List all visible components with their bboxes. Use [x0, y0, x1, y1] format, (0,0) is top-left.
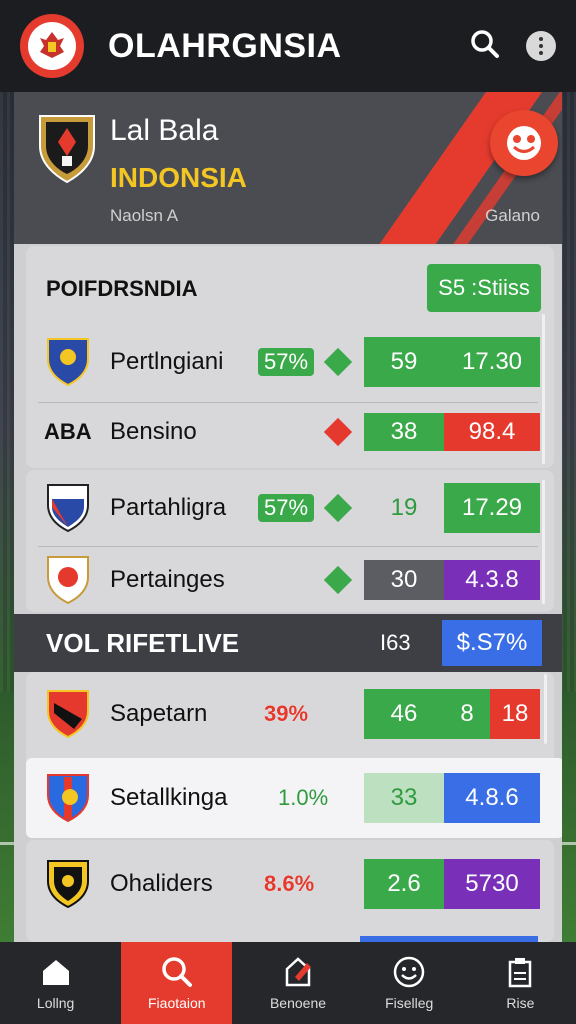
trend-down-icon	[323, 417, 353, 447]
odds-value[interactable]: 4.8.6	[444, 773, 540, 823]
hero-subtitle: Naolsn A	[110, 206, 179, 225]
bottom-nav: Lollng Fiaotaion Benoene Fiselleg Rise	[0, 942, 576, 1024]
search-icon	[162, 957, 192, 987]
team-shield-icon	[47, 484, 89, 533]
odds-value[interactable]: 33	[364, 773, 444, 823]
odds-value[interactable]: 8	[444, 689, 490, 739]
odds-value[interactable]: 98.4	[444, 413, 540, 451]
hero-country: INDONSIA	[110, 162, 247, 193]
smile-icon	[393, 956, 425, 988]
team-name: Pertainges	[110, 566, 225, 593]
team-name: Sapetarn	[110, 700, 208, 727]
match-row-selected[interactable]: Setallkinga 1.0% 33 4.8.6	[26, 760, 554, 836]
team-shield-icon	[47, 556, 89, 605]
edit-icon	[285, 957, 311, 987]
live-section-header[interactable]: VOL RIFETLIVE I63 $.S7%	[14, 614, 562, 672]
team-shield-icon	[47, 338, 89, 387]
odds-value[interactable]: 38	[364, 413, 444, 451]
live-count: I63	[380, 630, 411, 655]
odds-value[interactable]: 17.29	[444, 483, 540, 533]
hero-subtitle-right: Galano	[485, 206, 540, 225]
trend-up-icon	[323, 493, 353, 523]
odds-panel: POIFDRSNDIA S5 :Stiiss Pertlngiani 57% 5…	[14, 244, 562, 942]
match-row[interactable]: Partahligra 57% 19 17.29	[26, 470, 554, 546]
percent-badge: 57%	[258, 348, 315, 376]
status-badge[interactable]: S5 :Stiiss	[427, 264, 541, 312]
nav-item-search[interactable]: Fiaotaion	[121, 942, 233, 1024]
search-icon[interactable]	[470, 29, 500, 64]
app-logo[interactable]	[20, 14, 84, 78]
team-name: Bensino	[110, 418, 197, 445]
nav-item-rise[interactable]: Rise	[465, 942, 576, 1024]
nav-label: Fiaotaion	[148, 995, 206, 1011]
clipboard-icon	[509, 958, 532, 988]
scrollbar[interactable]	[542, 314, 545, 464]
match-row[interactable]: Pertlngiani 57% 59 17.30	[26, 324, 554, 400]
hero-banner: Lal Bala INDONSIA Naolsn A Galano	[14, 92, 562, 244]
section-title: POIFDRSNDIA	[46, 276, 198, 301]
team-name: Setallkinga	[110, 784, 228, 811]
odds-value[interactable]: 17.30	[444, 337, 540, 387]
match-row[interactable]: Sapetarn 39% 46 8 18	[26, 676, 554, 752]
team-name: Partahligra	[110, 494, 227, 521]
scrollbar[interactable]	[544, 674, 547, 744]
nav-item-edit[interactable]: Benoene	[242, 942, 353, 1024]
odds-value[interactable]: 46	[364, 689, 444, 739]
app-header: OLAHRGNSIA	[0, 0, 576, 92]
match-row[interactable]: Pertainges 30 4.3.8	[26, 542, 554, 618]
odds-value[interactable]: 2.6	[364, 859, 444, 909]
odds-value[interactable]: 5730	[444, 859, 540, 909]
odds-value[interactable]: 59	[364, 337, 444, 387]
percent-badge: 1.0%	[278, 785, 329, 810]
trend-up-icon	[323, 347, 353, 377]
team-name: Ohaliders	[110, 870, 213, 897]
smile-face-icon	[507, 126, 541, 160]
odds-value[interactable]: 19	[364, 483, 444, 533]
percent-badge: 8.6%	[264, 871, 315, 896]
trend-up-icon	[323, 565, 353, 595]
more-vertical-icon[interactable]	[526, 31, 556, 61]
match-row[interactable]: ABA Bensino 38 98.4	[26, 394, 554, 470]
live-value-badge[interactable]: $.S7%	[442, 620, 542, 666]
nav-label: Fiselleg	[385, 995, 434, 1011]
nav-label: Lollng	[36, 995, 75, 1011]
percent-badge: 57%	[258, 494, 315, 522]
nav-label: Rise	[506, 995, 535, 1011]
nav-item-feeling[interactable]: Fiselleg	[354, 942, 465, 1024]
garuda-emblem-icon	[28, 22, 76, 70]
odds-value[interactable]: 30	[364, 560, 444, 600]
nav-label: Benoene	[269, 995, 327, 1011]
hero-title: Lal Bala	[110, 114, 219, 147]
nav-item-home[interactable]: Lollng	[0, 942, 111, 1024]
odds-value[interactable]: 18	[490, 689, 540, 739]
match-row[interactable]: Ohaliders 8.6% 2.6 5730	[26, 846, 554, 922]
odds-value[interactable]: 4.3.8	[444, 560, 540, 600]
team-shield-icon	[47, 774, 89, 823]
home-icon	[42, 960, 69, 985]
team-shield-icon	[47, 860, 89, 909]
app-title: OLAHRGNSIA	[108, 26, 342, 65]
team-name: Pertlngiani	[110, 348, 224, 375]
team-crest-icon	[39, 115, 95, 184]
live-title: VOL RIFETLIVE	[46, 628, 240, 658]
team-shield-icon	[47, 690, 89, 739]
mascot-button[interactable]	[490, 110, 558, 176]
team-abbrev: ABA	[44, 419, 92, 444]
percent-badge: 39%	[264, 701, 309, 726]
scrollbar[interactable]	[542, 480, 545, 604]
